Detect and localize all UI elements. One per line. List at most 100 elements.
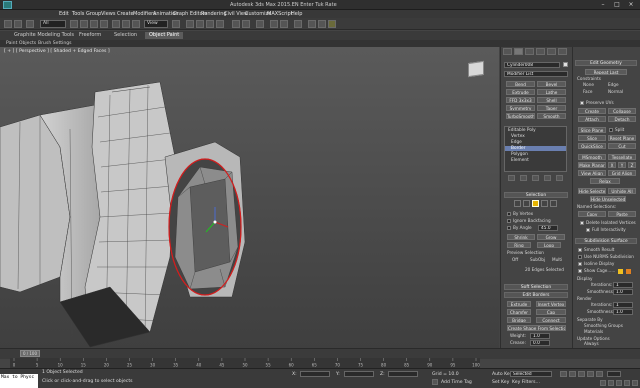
- create-tab-icon[interactable]: [503, 48, 512, 55]
- slice-button[interactable]: Slice: [578, 135, 606, 141]
- y-coord-field[interactable]: [344, 371, 374, 377]
- play-icon[interactable]: [578, 371, 585, 377]
- show-cage-checkbox[interactable]: [578, 269, 582, 273]
- unhide-all-button[interactable]: Unhide All: [608, 188, 636, 194]
- pipe-model[interactable]: [0, 47, 499, 348]
- menu-create[interactable]: Create: [117, 11, 134, 17]
- display-smoothness-spinner[interactable]: 1.0: [613, 289, 633, 295]
- stack-item-polygon[interactable]: Polygon: [505, 152, 566, 157]
- snap-icon[interactable]: [186, 20, 194, 28]
- zoom-icon[interactable]: [600, 380, 606, 386]
- move-icon[interactable]: [112, 20, 120, 28]
- object-name-field[interactable]: Cylinder008: [504, 62, 560, 68]
- hide-selected-button[interactable]: Hide Selected: [578, 188, 606, 194]
- maximize-button[interactable]: □: [610, 1, 624, 8]
- stack-item-border[interactable]: Border: [505, 146, 566, 151]
- modifier-lathe-button[interactable]: Lathe: [537, 89, 566, 95]
- tab-freeform[interactable]: Freeform: [75, 32, 105, 39]
- modifier-bevel-button[interactable]: Bevel: [537, 81, 566, 87]
- tab-graphite-modeling[interactable]: Graphite Modeling Tools: [10, 32, 78, 39]
- panel-brush-settings[interactable]: Brush Settings: [38, 40, 72, 47]
- x-coord-field[interactable]: [300, 371, 330, 377]
- link-icon[interactable]: [26, 20, 34, 28]
- constraint-none-radio[interactable]: None: [583, 82, 594, 87]
- subdivision-surface-rollout[interactable]: Subdivision Surface: [575, 238, 637, 244]
- use-nurms-checkbox[interactable]: [578, 255, 582, 259]
- preserve-uvs-checkbox[interactable]: [580, 101, 584, 105]
- make-unique-icon[interactable]: [532, 175, 539, 181]
- element-mode-icon[interactable]: [550, 200, 557, 207]
- schematic-icon[interactable]: [280, 20, 288, 28]
- extrude-button[interactable]: Extrude: [507, 301, 531, 307]
- preview-subobj-radio[interactable]: SubObj: [530, 257, 545, 262]
- material-editor-icon[interactable]: [294, 20, 302, 28]
- zoom-all-icon[interactable]: [608, 380, 614, 386]
- by-angle-spinner[interactable]: 45.0: [538, 225, 558, 231]
- ref-coord-dropdown[interactable]: View: [144, 20, 168, 28]
- stack-item-element[interactable]: Element: [505, 158, 566, 163]
- constraint-normal-radio[interactable]: Normal: [608, 89, 623, 94]
- selection-filter-dropdown[interactable]: All: [40, 20, 66, 28]
- preview-off-radio[interactable]: Off: [512, 257, 518, 262]
- mirror-icon[interactable]: [232, 20, 240, 28]
- quickslice-button[interactable]: QuickSlice: [578, 143, 606, 149]
- bridge-button[interactable]: Bridge: [507, 317, 531, 323]
- modifier-taper-button[interactable]: Taper: [537, 105, 566, 111]
- tab-selection[interactable]: Selection: [110, 32, 141, 39]
- render-smoothness-label[interactable]: Smoothness:: [587, 309, 614, 314]
- object-color-swatch[interactable]: [563, 62, 568, 67]
- go-to-start-icon[interactable]: [560, 371, 567, 377]
- delete-isolated-checkbox[interactable]: [580, 221, 584, 225]
- hierarchy-tab-icon[interactable]: [525, 48, 534, 55]
- paste-button[interactable]: Paste: [608, 211, 636, 217]
- utilities-tab-icon[interactable]: [558, 48, 567, 55]
- materials-checkbox[interactable]: Materials: [584, 329, 603, 334]
- layer-icon[interactable]: [256, 20, 264, 28]
- current-frame-field[interactable]: [607, 371, 621, 377]
- relax-button[interactable]: Relax: [590, 178, 620, 184]
- connect-button[interactable]: Connect: [536, 317, 566, 323]
- stack-item-edge[interactable]: Edge: [505, 140, 566, 145]
- collapse-button[interactable]: Collapse: [608, 108, 636, 114]
- select-object-icon[interactable]: [70, 20, 78, 28]
- render-setup-icon[interactable]: [308, 20, 316, 28]
- smoothing-groups-checkbox[interactable]: Smoothing Groups: [584, 323, 623, 328]
- app-logo[interactable]: [3, 1, 12, 9]
- set-key-button[interactable]: Set Key: [492, 380, 509, 385]
- edit-geometry-rollout[interactable]: Edit Geometry: [575, 60, 637, 66]
- msmooth-button[interactable]: MSmooth: [578, 154, 606, 160]
- insert-vertex-button[interactable]: Insert Vertex: [536, 301, 566, 307]
- slice-plane-button[interactable]: Slice Plane: [578, 127, 606, 133]
- pan-icon[interactable]: [616, 380, 622, 386]
- modifier-extrude-button[interactable]: Extrude: [506, 89, 535, 95]
- by-angle-checkbox[interactable]: [507, 226, 511, 230]
- crease-spinner[interactable]: 0.0: [530, 340, 550, 346]
- show-end-result-icon[interactable]: [520, 175, 527, 181]
- key-filters-button[interactable]: Key Filters...: [512, 380, 540, 385]
- render-iterations-label[interactable]: Iterations:: [591, 302, 612, 307]
- modifier-list-dropdown[interactable]: Modifier List: [504, 71, 568, 77]
- menu-tools[interactable]: Tools: [72, 11, 84, 17]
- create-shape-button[interactable]: Create Shape From Selection: [507, 325, 566, 331]
- undo-icon[interactable]: [4, 20, 12, 28]
- loop-button[interactable]: Loop: [537, 242, 561, 248]
- make-planar-button[interactable]: Make Planar: [578, 162, 606, 168]
- tab-object-paint[interactable]: Object Paint: [145, 32, 184, 39]
- planar-y-button[interactable]: Y: [618, 162, 626, 168]
- redo-icon[interactable]: [14, 20, 22, 28]
- rotate-icon[interactable]: [122, 20, 130, 28]
- soft-selection-rollout[interactable]: Soft Selection: [504, 284, 568, 290]
- full-interactivity-checkbox[interactable]: [586, 228, 590, 232]
- next-frame-icon[interactable]: [587, 371, 594, 377]
- add-time-tag-icon[interactable]: [432, 379, 438, 385]
- render-smoothness-spinner[interactable]: 1.0: [613, 309, 633, 315]
- pin-stack-icon[interactable]: [508, 175, 515, 181]
- angle-snap-icon[interactable]: [196, 20, 204, 28]
- render-frame-icon[interactable]: [318, 20, 326, 28]
- copy-button[interactable]: Copy: [578, 211, 606, 217]
- panel-paint-objects[interactable]: Paint Objects: [6, 40, 36, 47]
- ignore-backfacing-checkbox[interactable]: [507, 219, 511, 223]
- cap-button[interactable]: Cap: [536, 309, 566, 315]
- repeat-last-button[interactable]: Repeat Last: [585, 69, 627, 75]
- modifier-stack[interactable]: Editable Poly Vertex Edge Border Polygon…: [504, 126, 567, 172]
